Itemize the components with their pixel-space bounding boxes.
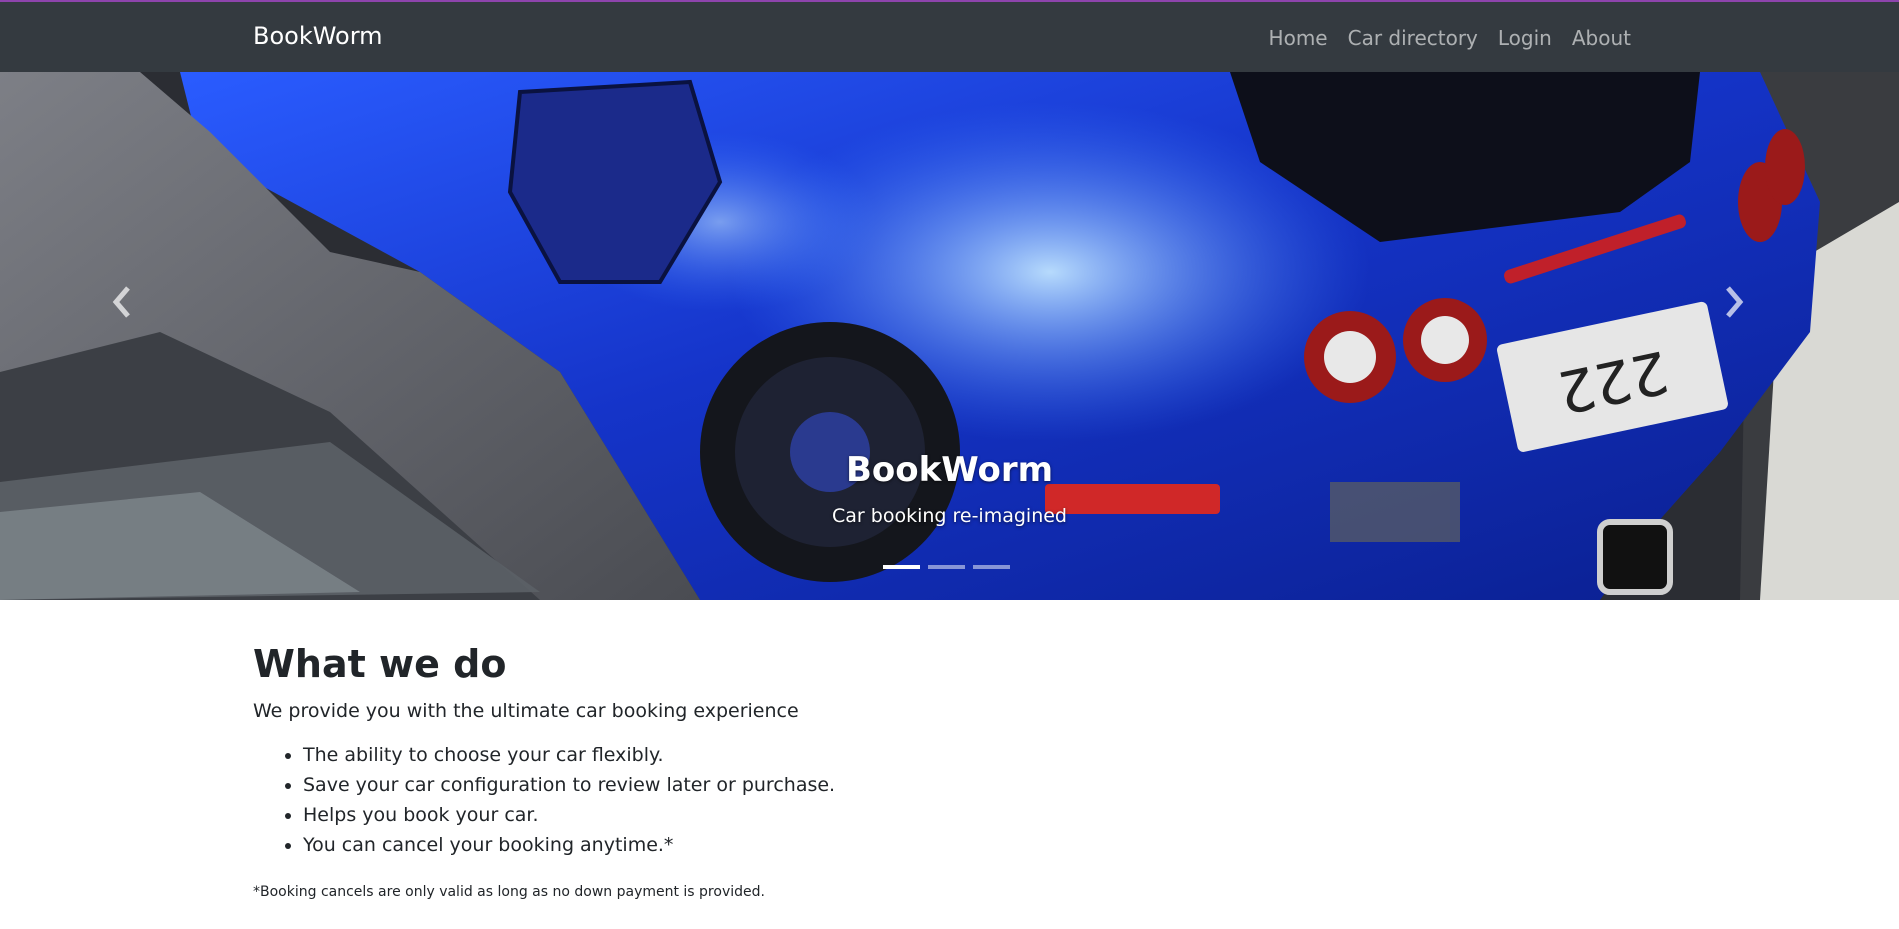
footnote: *Booking cancels are only valid as long … (253, 884, 765, 900)
feature-item: Save your car configuration to review la… (303, 770, 1648, 800)
feature-item: You can cancel your booking anytime.* (303, 830, 1648, 860)
carousel-caption-subtitle: Car booking re-imagined (832, 505, 1067, 527)
feature-item: Helps you book your car. (303, 800, 1648, 830)
chevron-right-icon (1726, 286, 1744, 318)
hero-carousel: 222 BookWorm Car booking re-imagined (0, 72, 1899, 600)
nav-link-login[interactable]: Login (1498, 26, 1552, 50)
main-content: What we do We provide you with the ultim… (253, 640, 1648, 900)
chevron-left-icon (112, 286, 130, 318)
carousel-indicator-3[interactable] (973, 565, 1010, 569)
nav-link-car-directory[interactable]: Car directory (1348, 26, 1478, 50)
feature-item: The ability to choose your car flexibly. (303, 740, 1648, 770)
carousel-indicator-1[interactable] (883, 565, 920, 569)
nav-link-about[interactable]: About (1572, 26, 1631, 50)
section-lead: We provide you with the ultimate car boo… (253, 700, 799, 722)
carousel-next-button[interactable] (1722, 282, 1782, 362)
feature-list: The ability to choose your car flexibly.… (253, 740, 1648, 860)
nav-link-home[interactable]: Home (1269, 26, 1328, 50)
section-heading: What we do (253, 642, 507, 686)
navbar-brand[interactable]: BookWorm (253, 22, 383, 50)
carousel-prev-button[interactable] (110, 282, 170, 362)
carousel-indicator-2[interactable] (928, 565, 965, 569)
nav-links: Home Car directory Login About (1269, 26, 1631, 50)
carousel-indicators (883, 565, 1010, 569)
carousel-caption-title: BookWorm (845, 450, 1054, 490)
navbar: BookWorm Home Car directory Login About (0, 2, 1899, 72)
